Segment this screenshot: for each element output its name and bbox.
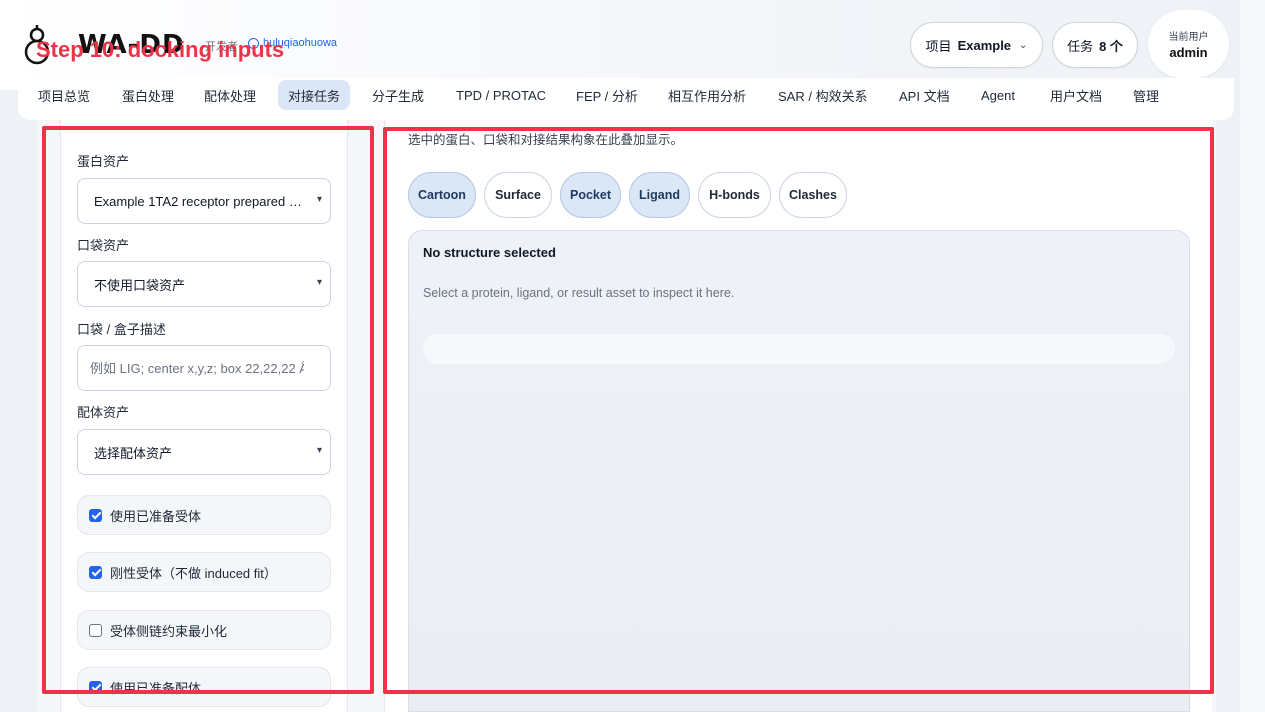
step-annotation-label: Step 10: docking inputs [36, 37, 285, 62]
nav-item-agent[interactable]: Agent [971, 80, 1025, 110]
project-selector[interactable]: 项目 Example ⌄ [910, 22, 1043, 68]
user-menu[interactable]: 当前用户 admin [1148, 10, 1229, 78]
nav-item-protein[interactable]: 蛋白处理 [112, 80, 184, 110]
nav-item-ligand[interactable]: 配体处理 [194, 80, 266, 110]
task-label: 任务 [1067, 38, 1094, 54]
highlight-box-inputs [42, 126, 374, 694]
current-user-label: 当前用户 [1168, 32, 1209, 43]
nav-item-sar[interactable]: SAR / 构效关系 [768, 80, 878, 110]
task-counter[interactable]: 任务 8 个 [1052, 22, 1138, 68]
nav-item-fep[interactable]: FEP / 分析 [566, 80, 648, 110]
nav-item-overview[interactable]: 项目总览 [28, 80, 100, 110]
current-user-name: admin [1169, 45, 1208, 60]
nav-item-generation[interactable]: 分子生成 [362, 80, 434, 110]
chevron-down-icon: ⌄ [1019, 39, 1028, 51]
nav-item-admin[interactable]: 管理 [1123, 80, 1169, 110]
nav-item-docking[interactable]: 对接任务 [278, 80, 351, 110]
page-scrollbar[interactable] [1240, 0, 1265, 712]
task-count: 8 个 [1099, 38, 1123, 54]
highlight-box-viewer [383, 127, 1214, 694]
project-label: 项目 [925, 38, 952, 54]
nav-item-tpd[interactable]: TPD / PROTAC [446, 80, 556, 110]
nav-item-api-docs[interactable]: API 文档 [889, 80, 960, 110]
nav-item-interaction[interactable]: 相互作用分析 [658, 80, 756, 110]
nav-item-user-docs[interactable]: 用户文档 [1040, 80, 1112, 110]
project-value: Example [957, 37, 1012, 53]
